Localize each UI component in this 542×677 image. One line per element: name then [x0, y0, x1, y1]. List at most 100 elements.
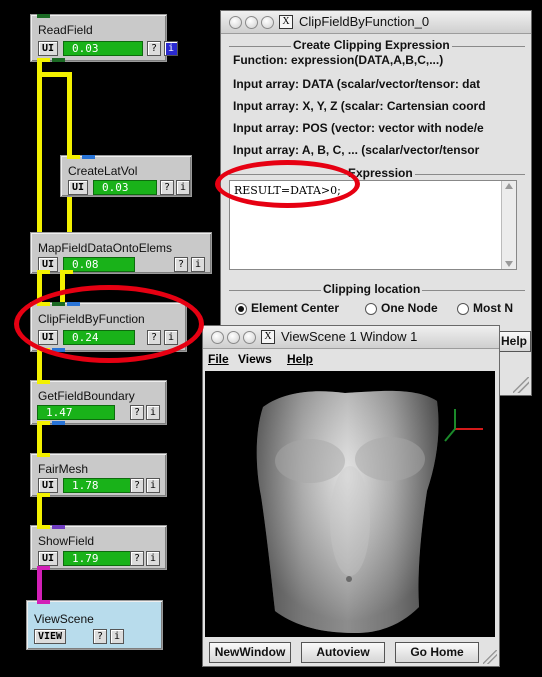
module-showfield[interactable]: ShowField UI 1.79 ? i	[30, 525, 167, 570]
info-button[interactable]: i	[164, 41, 178, 56]
menu-bar: File Views Help	[203, 349, 499, 369]
module-fairmesh[interactable]: FairMesh UI 1.78 ? i	[30, 453, 167, 497]
input-port[interactable]	[52, 525, 65, 529]
input-port[interactable]	[37, 14, 50, 18]
window-title: ClipFieldByFunction_0	[299, 14, 430, 29]
pipe-readfield-branch	[37, 72, 70, 77]
ui-button[interactable]: UI	[38, 478, 59, 493]
help-line: Input array: X, Y, Z (scalar: Cartensian…	[233, 99, 486, 113]
output-port[interactable]	[60, 270, 73, 274]
viewscene-window[interactable]: X ViewScene 1 Window 1 File Views Help N…	[202, 325, 500, 667]
help-button[interactable]: ?	[93, 629, 107, 644]
highlight-oval-clip-module	[14, 285, 204, 363]
autoview-button[interactable]: Autoview	[301, 642, 385, 663]
menu-help[interactable]: Help	[287, 352, 313, 366]
radio-label: Element Center	[251, 301, 340, 315]
input-port[interactable]	[37, 453, 50, 457]
torso-mesh	[256, 390, 483, 633]
menu-file[interactable]: File	[208, 352, 229, 366]
module-mapfielddataontoelems[interactable]: MapFieldDataOntoElems UI 0.08 ? i	[30, 232, 212, 274]
pipe-readfield-down	[37, 62, 42, 232]
module-viewscene[interactable]: ViewScene VIEW ? i	[26, 600, 163, 650]
close-icon[interactable]	[229, 16, 242, 29]
module-title: MapFieldDataOntoElems	[38, 241, 173, 255]
module-title: ShowField	[38, 534, 95, 548]
radio-one-node[interactable]	[365, 303, 377, 315]
output-port[interactable]	[37, 58, 50, 62]
pipe-showfield-to-viewscene	[37, 568, 42, 602]
x11-icon: X	[279, 15, 293, 29]
execution-progress: 0.08	[63, 257, 135, 272]
module-title: ReadField	[38, 23, 93, 37]
module-createlatvol[interactable]: CreateLatVol UI 0.03 ? i	[60, 155, 192, 197]
radio-most-nodes[interactable]	[457, 303, 469, 315]
new-window-button[interactable]: NewWindow	[209, 642, 291, 663]
title-bar[interactable]: X ViewScene 1 Window 1	[203, 326, 499, 349]
x11-icon: X	[261, 330, 275, 344]
input-port[interactable]	[37, 600, 50, 604]
render-viewport[interactable]	[205, 371, 495, 637]
ui-button[interactable]: UI	[38, 41, 59, 56]
help-button[interactable]: ?	[147, 41, 161, 56]
module-readfield[interactable]: ReadField UI 0.03 ? i	[30, 14, 178, 62]
ui-button[interactable]: UI	[38, 551, 59, 566]
scroll-up-icon[interactable]	[505, 183, 513, 189]
resize-grip-icon[interactable]	[513, 377, 529, 393]
info-button[interactable]: i	[110, 629, 124, 644]
help-line: Input array: A, B, C, ... (scalar/vector…	[233, 143, 480, 157]
help-button[interactable]: ?	[130, 405, 144, 420]
help-line: Function: expression(DATA,A,B,C,...)	[233, 53, 444, 67]
radio-label: Most N	[473, 301, 513, 315]
pipe-createlatvol-out	[67, 195, 72, 232]
help-button[interactable]: ?	[174, 257, 188, 272]
title-bar[interactable]: X ClipFieldByFunction_0	[221, 11, 531, 34]
radio-element-center[interactable]	[235, 303, 247, 315]
help-button[interactable]: ?	[160, 180, 174, 195]
menu-views[interactable]: Views	[238, 352, 272, 366]
pipe-clip-to-boundary	[37, 352, 42, 380]
output-port[interactable]	[52, 58, 65, 62]
help-button[interactable]: ?	[130, 551, 144, 566]
input-port[interactable]	[67, 155, 80, 159]
output-port[interactable]	[37, 270, 50, 274]
window-title: ViewScene 1 Window 1	[281, 329, 418, 344]
scroll-down-icon[interactable]	[505, 261, 513, 267]
scrollbar[interactable]	[501, 181, 516, 269]
output-port[interactable]	[37, 493, 50, 497]
radio-label: One Node	[381, 301, 438, 315]
close-icon[interactable]	[211, 331, 224, 344]
help-button[interactable]: ?	[130, 478, 144, 493]
info-button[interactable]: i	[191, 257, 205, 272]
go-home-button[interactable]: Go Home	[395, 642, 479, 663]
module-title: FairMesh	[38, 462, 89, 476]
minimize-icon[interactable]	[245, 16, 258, 29]
info-button[interactable]: i	[146, 478, 160, 493]
input-port[interactable]	[82, 155, 95, 159]
help-button[interactable]: Help	[497, 331, 531, 352]
input-port[interactable]	[37, 380, 50, 384]
zoom-icon[interactable]	[243, 331, 256, 344]
module-title: GetFieldBoundary	[38, 389, 135, 403]
execution-progress: 0.03	[63, 41, 143, 56]
module-getfieldboundary[interactable]: GetFieldBoundary 1.47 ? i	[30, 380, 167, 425]
resize-grip-icon[interactable]	[483, 650, 497, 664]
execution-progress: 0.03	[93, 180, 157, 195]
help-line: Input array: POS (vector: vector with no…	[233, 121, 484, 135]
info-button[interactable]: i	[176, 180, 190, 195]
info-button[interactable]: i	[146, 405, 160, 420]
zoom-icon[interactable]	[261, 16, 274, 29]
info-button[interactable]: i	[146, 551, 160, 566]
output-port[interactable]	[37, 421, 50, 425]
highlight-oval-expression	[215, 160, 360, 208]
ui-button[interactable]: UI	[68, 180, 89, 195]
clipping-location-label: Clipping location	[321, 282, 423, 296]
execution-progress: 1.47	[37, 405, 115, 420]
input-port[interactable]	[37, 525, 50, 529]
view-button[interactable]: VIEW	[34, 629, 67, 644]
output-port[interactable]	[37, 566, 50, 570]
minimize-icon[interactable]	[227, 331, 240, 344]
help-line: Input array: DATA (scalar/vector/tensor:…	[233, 77, 481, 91]
pipe-fairmesh-to-showfield	[37, 495, 42, 525]
output-port[interactable]	[52, 421, 65, 425]
radio-dot	[238, 306, 244, 312]
